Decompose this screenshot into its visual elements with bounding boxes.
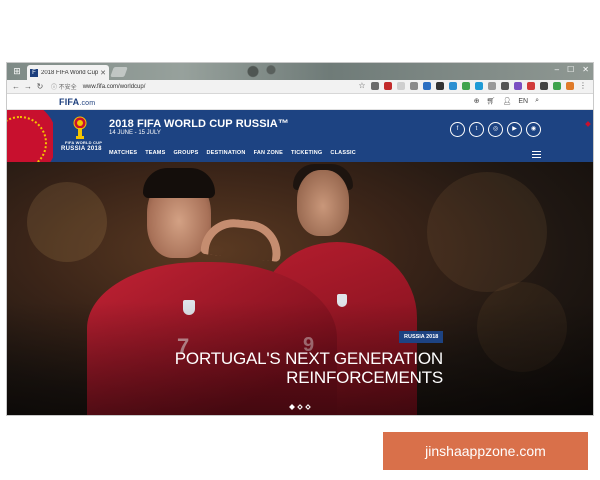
carousel-dot-active[interactable] — [289, 404, 295, 410]
nav-item-classic[interactable]: CLASSIC — [330, 150, 356, 156]
theme-decoration — [235, 63, 295, 80]
forward-icon[interactable]: → — [23, 82, 33, 91]
search-icon[interactable]: ⌕ — [535, 97, 539, 105]
close-window-icon[interactable]: ✕ — [582, 65, 589, 74]
extension-icons: ☆ ⋮ — [358, 82, 587, 90]
tab-title: 2018 FIFA World Cup R — [41, 69, 99, 76]
extension-icon[interactable] — [410, 82, 418, 90]
hamburger-menu-icon[interactable] — [532, 151, 541, 158]
close-tab-icon[interactable]: ✕ — [100, 69, 106, 77]
bookmark-star-icon[interactable]: ☆ — [358, 82, 366, 90]
extension-icon[interactable] — [540, 82, 548, 90]
hero-headline-line1: PORTUGAL'S NEXT GENERATION — [174, 349, 443, 368]
address-bar[interactable]: ⓘ 不安全 www.fifa.com/worldcup/ — [51, 82, 341, 92]
extension-icon[interactable] — [475, 82, 483, 90]
extension-icon[interactable] — [423, 82, 431, 90]
emblem-text-line1: FIFA WORLD CUP — [65, 140, 103, 145]
youtube-icon[interactable]: ▶ — [507, 122, 522, 137]
extension-icon[interactable] — [527, 82, 535, 90]
fifa-logo-suffix: .com — [79, 100, 96, 107]
instagram-icon[interactable]: ◎ — [488, 122, 503, 137]
carousel-dots — [289, 404, 311, 410]
nav-item-fan-zone[interactable]: FAN ZONE — [254, 150, 283, 156]
url-text: www.fifa.com/worldcup/ — [82, 83, 146, 90]
extension-icon[interactable] — [462, 82, 470, 90]
security-info[interactable]: ⓘ 不安全 — [51, 82, 77, 91]
fifa-logo[interactable]: FIFA.com — [59, 97, 95, 107]
window-controls: – ☐ ✕ — [555, 65, 589, 74]
new-tab-button[interactable] — [110, 67, 128, 77]
twitter-icon[interactable]: t — [469, 122, 484, 137]
nav-item-groups[interactable]: GROUPS — [173, 150, 198, 156]
carousel-dot[interactable] — [305, 404, 311, 410]
extension-icon[interactable] — [566, 82, 574, 90]
cart-icon[interactable]: 🛒︎ — [487, 97, 496, 105]
back-icon[interactable]: ← — [11, 82, 21, 91]
fifa-favicon-icon: F — [30, 68, 38, 77]
extension-icon[interactable] — [488, 82, 496, 90]
extension-icon[interactable] — [501, 82, 509, 90]
minimize-icon[interactable]: – — [555, 65, 559, 74]
nav-item-destination[interactable]: DESTINATION — [206, 150, 245, 156]
globe-icon[interactable]: ⊕ — [474, 97, 480, 105]
extension-icon[interactable] — [436, 82, 444, 90]
tab-strip: ⊞ F 2018 FIFA World Cup R ✕ – ☐ ✕ — [7, 63, 593, 80]
hero-category-tag[interactable]: RUSSIA 2018 — [399, 331, 444, 343]
fifa-logo-text: FIFA — [59, 97, 80, 107]
hero-headline-line2: REINFORCEMENTS — [286, 368, 443, 387]
browser-window: ⊞ F 2018 FIFA World Cup R ✕ – ☐ ✕ ← → ↻ … — [7, 63, 593, 415]
social-links: f t ◎ ▶ ◉ — [450, 122, 541, 137]
red-corner-decoration — [7, 110, 53, 162]
language-selector[interactable]: EN — [518, 98, 528, 105]
extension-icon[interactable] — [449, 82, 457, 90]
maximize-icon[interactable]: ☐ — [567, 65, 574, 74]
extension-icon[interactable] — [371, 82, 379, 90]
watermark-banner: jinshaappzone.com — [383, 432, 588, 470]
nav-item-ticketing[interactable]: TICKETING — [291, 150, 322, 156]
nav-item-matches[interactable]: MATCHES — [109, 150, 137, 156]
main-nav: MATCHES TEAMS GROUPS DESTINATION FAN ZON… — [109, 150, 356, 156]
worldcup-header: FIFA WORLD CUP RUSSIA 2018 2018 FIFA WOR… — [7, 110, 593, 162]
extension-icon[interactable] — [553, 82, 561, 90]
extension-icon[interactable] — [514, 82, 522, 90]
reload-icon[interactable]: ↻ — [35, 82, 45, 91]
extension-icon[interactable] — [397, 82, 405, 90]
user-icon[interactable]: 👤︎ — [502, 97, 511, 105]
security-label: 不安全 — [58, 85, 77, 91]
weibo-icon[interactable]: ◉ — [526, 122, 541, 137]
browser-toolbar: ← → ↻ ⓘ 不安全 www.fifa.com/worldcup/ ☆ ⋮ — [7, 80, 593, 94]
tab-menu-icon[interactable]: ⊞ — [11, 66, 23, 77]
browser-tab-active[interactable]: F 2018 FIFA World Cup R ✕ — [27, 65, 109, 80]
carousel-dot[interactable] — [297, 404, 303, 410]
fifa-com-bar: FIFA.com ⊕ 🛒︎ 👤︎ EN ⌕ — [7, 94, 593, 110]
extension-icon[interactable] — [384, 82, 392, 90]
hero-banner[interactable]: 7 9 RUSSIA 2018 PORTUGAL'S NEXT GENERATI… — [7, 162, 593, 415]
world-cup-trophy-icon[interactable] — [73, 116, 87, 140]
menu-dots-icon[interactable]: ⋮ — [579, 82, 587, 90]
emblem-text-line2: RUSSIA 2018 — [61, 146, 102, 152]
side-decoration — [581, 110, 593, 162]
page-title[interactable]: 2018 FIFA WORLD CUP RUSSIA™ — [109, 118, 289, 130]
facebook-icon[interactable]: f — [450, 122, 465, 137]
hero-headline[interactable]: PORTUGAL'S NEXT GENERATION REINFORCEMENT… — [175, 349, 443, 387]
fifa-tools: ⊕ 🛒︎ 👤︎ EN ⌕ — [474, 97, 539, 105]
tournament-dates: 14 JUNE - 15 JULY — [109, 130, 161, 136]
nav-item-teams[interactable]: TEAMS — [145, 150, 165, 156]
